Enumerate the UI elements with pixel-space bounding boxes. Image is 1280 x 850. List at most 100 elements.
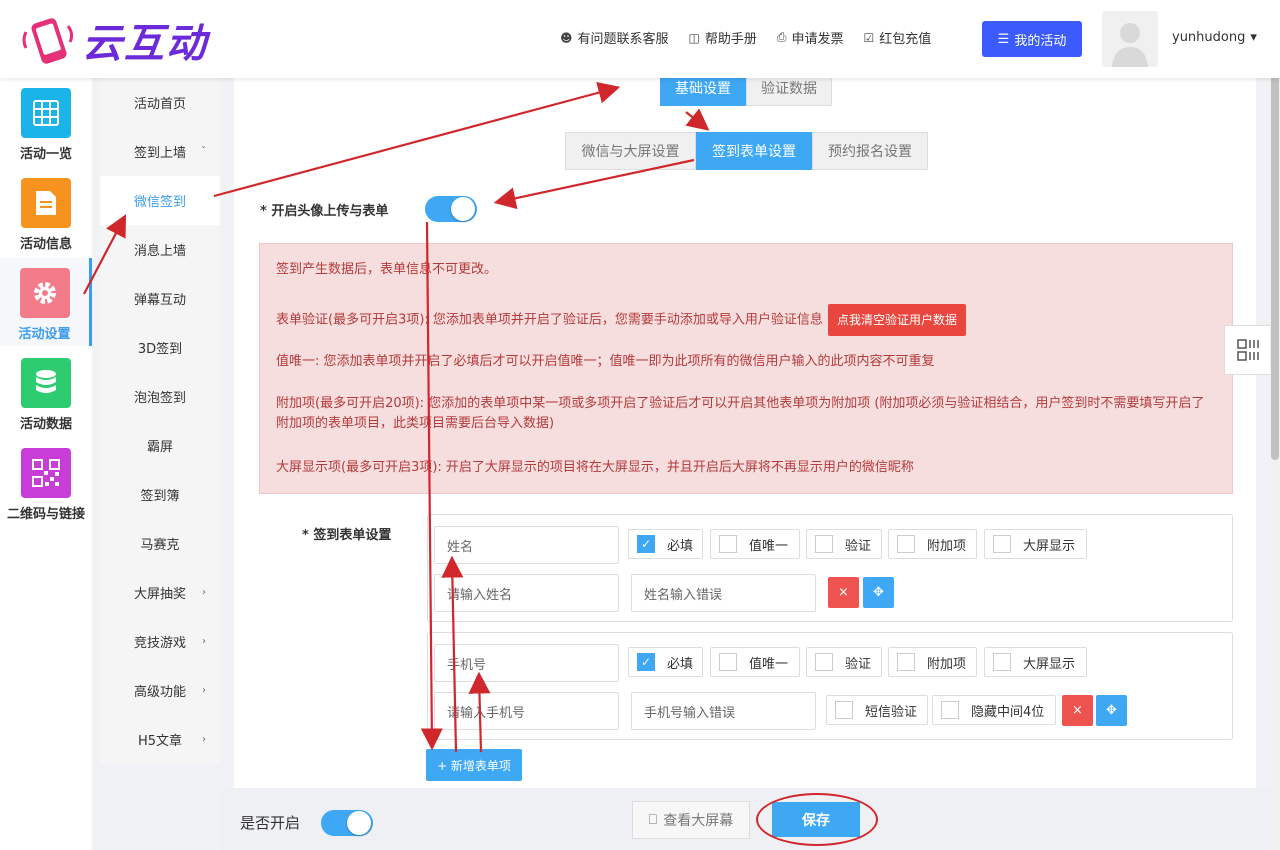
save-highlight-circle bbox=[756, 793, 878, 846]
subnav-screen-takeover[interactable]: 霸屏 bbox=[100, 421, 220, 470]
contact-support-link[interactable]: ☻ 有问题联系客服 bbox=[560, 28, 669, 48]
caret-down-icon: ▾ bbox=[1250, 30, 1257, 45]
subnav-lottery[interactable]: 大屏抽奖 › bbox=[100, 568, 220, 617]
main-sidebar: 活动一览 活动信息 活动设置 活动数据 二维码与链接 bbox=[0, 78, 92, 850]
move-name-button[interactable]: ✥ bbox=[863, 577, 894, 608]
delete-phone-button[interactable]: × bbox=[1062, 695, 1093, 726]
chevron-right-icon: › bbox=[202, 734, 206, 745]
logo[interactable]: 云互动 bbox=[20, 10, 230, 70]
phone-unique-checkbox[interactable]: 值唯一 bbox=[710, 647, 800, 677]
move-phone-button[interactable]: ✥ bbox=[1096, 695, 1127, 726]
list-icon: ☰ bbox=[997, 31, 1010, 47]
subnav-wechat-checkin[interactable]: 微信签到 bbox=[100, 176, 220, 225]
add-form-item-button[interactable]: + 新增表单项 bbox=[426, 749, 522, 781]
recharge-link[interactable]: ☑ 红包充值 bbox=[863, 28, 932, 48]
tab-checkin-form[interactable]: 签到表单设置 bbox=[696, 132, 812, 170]
name-placeholder-input[interactable]: 请输入姓名 bbox=[434, 574, 619, 612]
name-required-checkbox[interactable]: ✓ 必填 bbox=[628, 529, 703, 559]
checkin-form-label: * 签到表单设置 bbox=[302, 528, 392, 543]
sidebar-item-settings[interactable]: 活动设置 bbox=[0, 258, 92, 346]
notice-line3: 值唯一: 您添加表单项并开启了必填后才可以开启值唯一；值唯一即为此项所有的微信用… bbox=[276, 354, 935, 369]
subnav-bubble-checkin[interactable]: 泡泡签到 bbox=[100, 372, 220, 421]
field-phone-input[interactable]: 手机号 bbox=[434, 644, 619, 682]
subnav-message-wall[interactable]: 消息上墙 bbox=[100, 225, 220, 274]
my-activity-button[interactable]: ☰ 我的活动 bbox=[982, 21, 1082, 57]
name-error-input[interactable]: 姓名输入错误 bbox=[631, 574, 816, 612]
view-screen-button[interactable]: ⎕ 查看大屏幕 bbox=[632, 801, 750, 839]
notice-line5: 大屏显示项(最多可开启3项): 开启了大屏显示的项目将在大屏显示，并且开启后大屏… bbox=[276, 460, 914, 475]
sidebar-item-info[interactable]: 活动信息 bbox=[0, 168, 92, 256]
user-menu[interactable]: yunhudong ▾ bbox=[1172, 30, 1257, 45]
tab-wechat-screen[interactable]: 微信与大屏设置 bbox=[565, 132, 696, 170]
shield-check-icon: ☑ bbox=[863, 30, 875, 45]
chevron-down-icon: ˇ bbox=[201, 146, 206, 157]
qrcode-icon bbox=[21, 448, 71, 498]
top-links: ☻ 有问题联系客服 ◫ 帮助手册 ⎙ 申请发票 ☑ 红包充值 bbox=[560, 28, 931, 47]
secondary-tabs: 微信与大屏设置 签到表单设置 预约报名设置 bbox=[565, 132, 928, 170]
delete-name-button[interactable]: × bbox=[828, 577, 859, 608]
close-icon: × bbox=[838, 585, 849, 600]
avatar-upload-label: * 开启头像上传与表单 bbox=[260, 204, 389, 219]
close-icon: × bbox=[1072, 703, 1083, 718]
logo-phone-icon bbox=[20, 12, 76, 68]
invoice-link[interactable]: ⎙ 申请发票 bbox=[777, 28, 844, 47]
chevron-right-icon: › bbox=[202, 587, 206, 598]
notice-line1: 签到产生数据后，表单信息不可更改。 bbox=[276, 262, 498, 277]
notice-line4: 附加项(最多可开启20项): 您添加的表单项中某一项或多项开启了验证后才可以开启… bbox=[276, 396, 1205, 431]
book-icon: ◫ bbox=[688, 30, 700, 45]
phone-placeholder-input[interactable]: 请输入手机号 bbox=[434, 692, 619, 730]
field-name-input[interactable]: 姓名 bbox=[434, 526, 619, 564]
top-header: 云互动 ☻ 有问题联系客服 ◫ 帮助手册 ⎙ 申请发票 ☑ 红包充值 ☰ 我的活… bbox=[0, 0, 1280, 78]
sidebar-item-qrcode[interactable]: 二维码与链接 bbox=[0, 438, 92, 526]
grid-icon bbox=[21, 88, 71, 138]
sms-verify-checkbox[interactable]: 短信验证 bbox=[826, 695, 928, 725]
sidebar-item-overview[interactable]: 活动一览 bbox=[0, 78, 92, 166]
subnav-h5-article[interactable]: H5文章 › bbox=[100, 715, 220, 764]
phone-error-input[interactable]: 手机号输入错误 bbox=[631, 692, 816, 730]
name-verify-checkbox[interactable]: 验证 bbox=[806, 529, 882, 559]
database-icon bbox=[21, 358, 71, 408]
notice-line2: 表单验证(最多可开启3项): 您添加表单项并开启了验证后，您需要手动添加或导入用… bbox=[276, 304, 966, 336]
name-screen-display-checkbox[interactable]: 大屏显示 bbox=[984, 529, 1087, 559]
name-unique-checkbox[interactable]: 值唯一 bbox=[710, 529, 800, 559]
move-icon: ✥ bbox=[873, 585, 884, 600]
avatar-upload-toggle[interactable] bbox=[425, 196, 477, 222]
user-plus-icon: ☻ bbox=[560, 30, 573, 45]
sidebar-item-data[interactable]: 活动数据 bbox=[0, 348, 92, 436]
subnav-checkin-wall[interactable]: 签到上墙 ˇ bbox=[100, 127, 220, 176]
subnav-guestbook[interactable]: 签到簿 bbox=[100, 470, 220, 519]
phone-verify-checkbox[interactable]: 验证 bbox=[806, 647, 882, 677]
subnav-home[interactable]: 活动首页 bbox=[100, 78, 220, 127]
printer-icon: ⎙ bbox=[776, 30, 787, 44]
move-icon: ✥ bbox=[1106, 703, 1117, 718]
gear-icon bbox=[19, 268, 70, 318]
phone-screen-display-checkbox[interactable]: 大屏显示 bbox=[984, 647, 1087, 677]
phone-additional-checkbox[interactable]: 附加项 bbox=[888, 647, 977, 677]
enable-label: 是否开启 bbox=[240, 814, 301, 832]
clear-verify-data-button[interactable]: 点我清空验证用户数据 bbox=[827, 304, 966, 336]
check-icon: ✓ bbox=[637, 653, 655, 671]
chevron-right-icon: › bbox=[202, 636, 206, 647]
check-icon: ✓ bbox=[637, 535, 655, 553]
avatar[interactable] bbox=[1102, 11, 1158, 67]
document-icon bbox=[21, 178, 71, 228]
name-additional-checkbox[interactable]: 附加项 bbox=[888, 529, 977, 559]
subnav-advanced[interactable]: 高级功能 › bbox=[100, 666, 220, 715]
enable-toggle[interactable] bbox=[321, 810, 373, 836]
notice-box: 签到产生数据后，表单信息不可更改。 表单验证(最多可开启3项): 您添加表单项并… bbox=[259, 243, 1233, 494]
page-scrollbar[interactable] bbox=[1270, 0, 1280, 850]
help-manual-link[interactable]: ◫ 帮助手册 bbox=[688, 28, 757, 48]
tab-registration[interactable]: 预约报名设置 bbox=[812, 132, 928, 170]
hide-middle-digits-checkbox[interactable]: 隐藏中间4位 bbox=[932, 695, 1056, 725]
subnav-3d-checkin[interactable]: 3D签到 bbox=[100, 323, 220, 372]
qrcode-icon bbox=[1237, 339, 1259, 361]
subnav-games[interactable]: 竞技游戏 › bbox=[100, 617, 220, 666]
logo-text: 云互动 bbox=[82, 21, 208, 67]
laptop-icon: ⎕ bbox=[648, 812, 658, 828]
phone-required-checkbox[interactable]: ✓ 必填 bbox=[628, 647, 703, 677]
subnav-mosaic[interactable]: 马赛克 bbox=[100, 519, 220, 568]
floating-qrcode-button[interactable] bbox=[1224, 325, 1272, 375]
sub-sidebar: 活动首页 签到上墙 ˇ 微信签到 消息上墙 弹幕互动 3D签到 泡泡签到 霸屏 签… bbox=[100, 78, 220, 764]
subnav-danmaku[interactable]: 弹幕互动 bbox=[100, 274, 220, 323]
chevron-right-icon: › bbox=[202, 685, 206, 696]
